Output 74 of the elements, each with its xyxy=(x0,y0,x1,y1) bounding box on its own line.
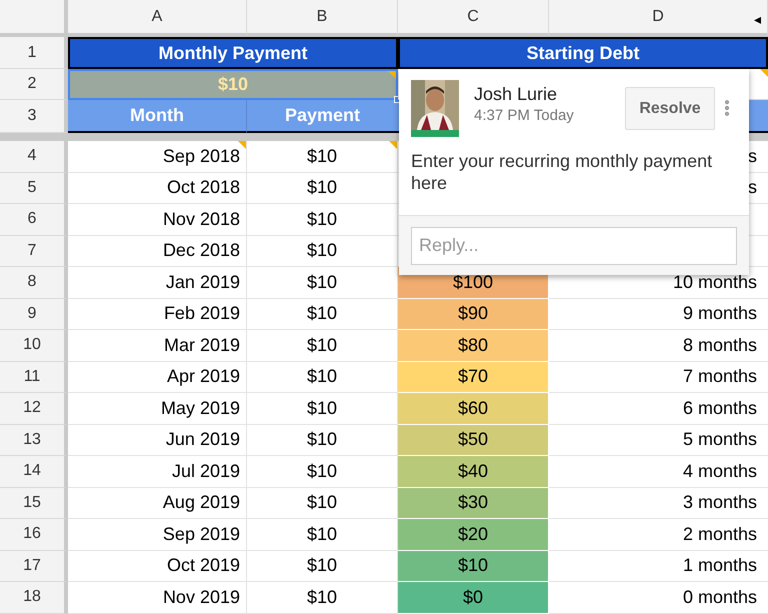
table-cell: Month xyxy=(68,100,247,133)
table-cell: Starting Debt xyxy=(398,37,768,69)
scroll-arrow[interactable]: ◂ xyxy=(754,9,761,30)
table-cell: Monthly Payment xyxy=(68,37,398,69)
row-number[interactable]: 9 xyxy=(0,298,68,330)
table-cell: $90 xyxy=(398,298,549,330)
table-cell-text: 9 months xyxy=(682,302,757,326)
column-header[interactable]: C xyxy=(398,0,549,37)
row-number[interactable]: 12 xyxy=(0,393,68,424)
reply-field[interactable]: Reply... xyxy=(411,226,737,264)
table-cell-text: 5 months xyxy=(682,428,757,452)
table-cell: Payment xyxy=(247,100,398,133)
table-cell-text: 4 months xyxy=(682,460,757,483)
row-number[interactable]: 15 xyxy=(0,488,68,519)
comment-time: 4:37 PM Today xyxy=(474,106,574,126)
table-cell-text: 10 months xyxy=(672,270,757,294)
column-header[interactable]: B xyxy=(247,0,398,37)
table-cell-text: 7 months xyxy=(682,365,757,388)
table-cell-text: 1 months xyxy=(682,554,757,578)
table-cell-text: s xyxy=(748,144,757,168)
table-cell: Dec 2018 xyxy=(68,236,247,267)
row-number[interactable]: 4 xyxy=(0,141,68,172)
table-cell: $60 xyxy=(398,393,549,424)
table-cell: $10 xyxy=(247,236,398,267)
row-number[interactable]: 14 xyxy=(0,456,68,488)
table-cell: $10 xyxy=(398,550,549,582)
row-number[interactable]: 1 xyxy=(0,37,68,69)
row-number[interactable]: 11 xyxy=(0,362,68,393)
row-number[interactable]: 7 xyxy=(0,236,68,267)
table-cell: Feb 2019 xyxy=(68,298,247,330)
table-cell: $40 xyxy=(398,456,549,488)
table-cell: Nov 2018 xyxy=(68,204,247,236)
table-cell-text: 8 months xyxy=(682,334,757,357)
table-cell: Mar 2019 xyxy=(68,330,247,362)
table-cell: $50 xyxy=(398,424,549,456)
column-header[interactable]: D ◂ xyxy=(549,0,768,37)
table-cell: $70 xyxy=(398,362,549,393)
table-cell-text: 6 months xyxy=(682,396,757,420)
row-number[interactable]: 6 xyxy=(0,204,68,236)
table-cell: Jul 2019 xyxy=(68,456,247,488)
table-cell: $80 xyxy=(398,330,549,362)
comment-text: Enter your recurring monthly payment here xyxy=(410,150,714,194)
table-cell: $30 xyxy=(398,488,549,519)
table-cell: Apr 2019 xyxy=(68,362,247,393)
table-cell: Jan 2019 xyxy=(68,267,247,298)
comment-author: Josh Lurie xyxy=(474,83,558,106)
table-cell: May 2019 xyxy=(68,393,247,424)
table-cell-text: 3 months xyxy=(682,491,757,514)
table-cell: $20 xyxy=(398,519,549,550)
row-number[interactable]: 17 xyxy=(0,550,68,582)
table-cell: Oct 2019 xyxy=(68,550,247,582)
table-cell: $10 xyxy=(247,172,398,204)
row-number[interactable]: 13 xyxy=(0,424,68,456)
row-number[interactable]: 18 xyxy=(0,582,68,614)
table-cell: $0 xyxy=(398,582,549,614)
table-cell: Oct 2018 xyxy=(68,172,247,204)
table-cell-text: s xyxy=(748,176,757,200)
table-cell: Sep 2019 xyxy=(68,519,247,550)
table-cell: $10 xyxy=(247,204,398,236)
row-number[interactable]: 10 xyxy=(0,330,68,362)
column-header[interactable]: A xyxy=(68,0,247,37)
row-number[interactable]: 2 xyxy=(0,69,68,100)
row-number[interactable]: 8 xyxy=(0,267,68,298)
table-cell-text: 2 months xyxy=(682,522,757,546)
table-cell: Jun 2019 xyxy=(68,424,247,456)
table-cell: Aug 2019 xyxy=(68,488,247,519)
row-number[interactable]: 5 xyxy=(0,172,68,204)
row-number[interactable]: 3 xyxy=(0,100,68,133)
row-number[interactable]: 16 xyxy=(0,519,68,550)
resolve-button[interactable]: Resolve xyxy=(625,87,715,130)
table-cell: $10 xyxy=(247,141,398,172)
table-cell: Sep 2018 xyxy=(68,141,247,172)
table-cell-text: 0 months xyxy=(682,586,757,609)
table-cell: Nov 2019 xyxy=(68,582,247,614)
